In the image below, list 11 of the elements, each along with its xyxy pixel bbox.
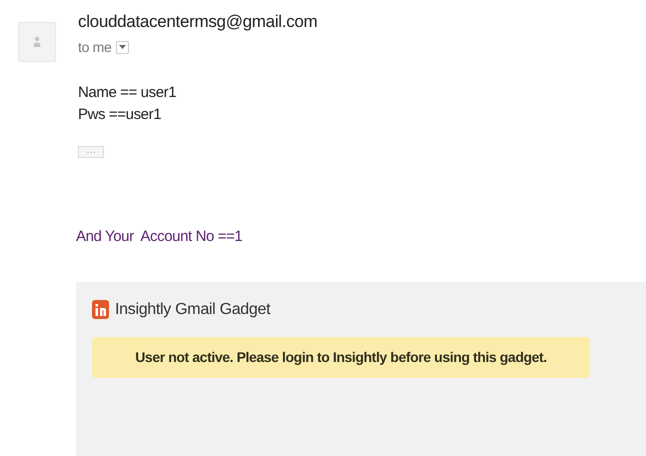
gadget-title: Insightly Gmail Gadget <box>115 300 270 318</box>
warning-message: User not active. Please login to Insightly before using this gadget. <box>92 337 590 378</box>
account-line: And Your Account No ==1 <box>76 228 244 245</box>
recipient-label: to me <box>78 39 112 55</box>
show-trimmed-button[interactable]: ··· <box>78 146 104 158</box>
sender-address: clouddatacentermsg@gmail.com <box>78 12 318 32</box>
details-dropdown-icon[interactable] <box>116 40 129 54</box>
logo-icon <box>92 300 109 319</box>
message-line: Pws ==user1 <box>78 105 162 125</box>
person-icon <box>33 36 41 48</box>
message-line: Name == user1 <box>78 83 178 103</box>
